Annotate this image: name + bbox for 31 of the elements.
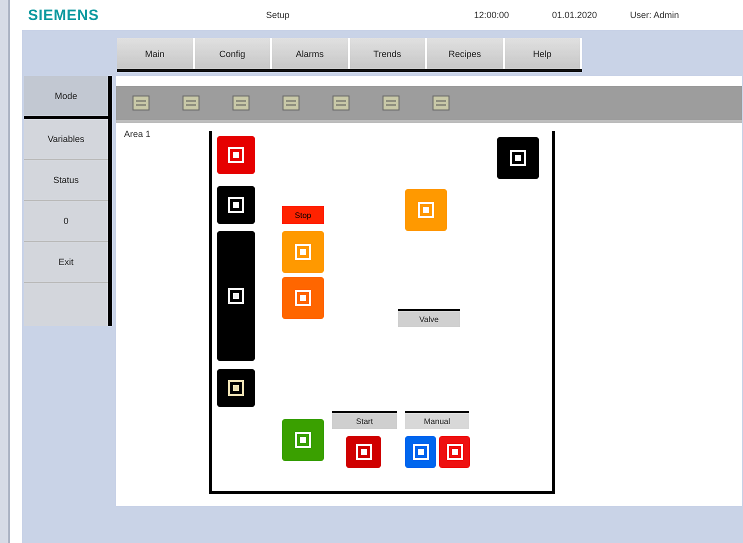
nav-tab[interactable]: Config bbox=[194, 38, 272, 69]
nav-tab[interactable]: Alarms bbox=[272, 38, 350, 69]
alarm-button[interactable] bbox=[217, 136, 255, 174]
sidebar-item[interactable]: Variables bbox=[24, 119, 108, 160]
bell-button[interactable] bbox=[497, 137, 539, 179]
heater-button[interactable] bbox=[346, 436, 381, 468]
number-button[interactable] bbox=[217, 186, 255, 224]
scroll-control[interactable] bbox=[217, 231, 255, 361]
screen-name: Setup bbox=[266, 10, 291, 20]
sidebar-item[interactable]: Exit bbox=[24, 242, 108, 283]
minus-button[interactable] bbox=[405, 436, 436, 468]
lamp-button[interactable] bbox=[282, 277, 324, 319]
nav-tab[interactable]: Help bbox=[504, 38, 582, 69]
manual-label: Manual bbox=[405, 411, 469, 429]
grid-button[interactable] bbox=[282, 419, 324, 461]
valve-label: Valve bbox=[398, 309, 460, 327]
sidebar-item[interactable]: Mode bbox=[24, 76, 108, 119]
time: 12:00:00 bbox=[474, 10, 510, 20]
image-button[interactable] bbox=[217, 369, 255, 407]
plus-button[interactable] bbox=[439, 436, 470, 468]
user-name: User: Admin bbox=[630, 10, 680, 20]
siemens-logo: SIEMENS bbox=[28, 6, 100, 24]
start-label: Start bbox=[332, 411, 397, 429]
nav-tab[interactable]: Main bbox=[117, 38, 194, 69]
sidebar-item[interactable]: 0 bbox=[24, 201, 108, 242]
alarm-label: Stop bbox=[282, 206, 324, 224]
nav-tab[interactable]: Trends bbox=[350, 38, 427, 69]
nav-tab[interactable]: Recipes bbox=[427, 38, 504, 69]
sidebar-item[interactable]: Status bbox=[24, 160, 108, 201]
area-label: Area 1 bbox=[124, 129, 152, 141]
date: 01.01.2020 bbox=[552, 10, 598, 20]
